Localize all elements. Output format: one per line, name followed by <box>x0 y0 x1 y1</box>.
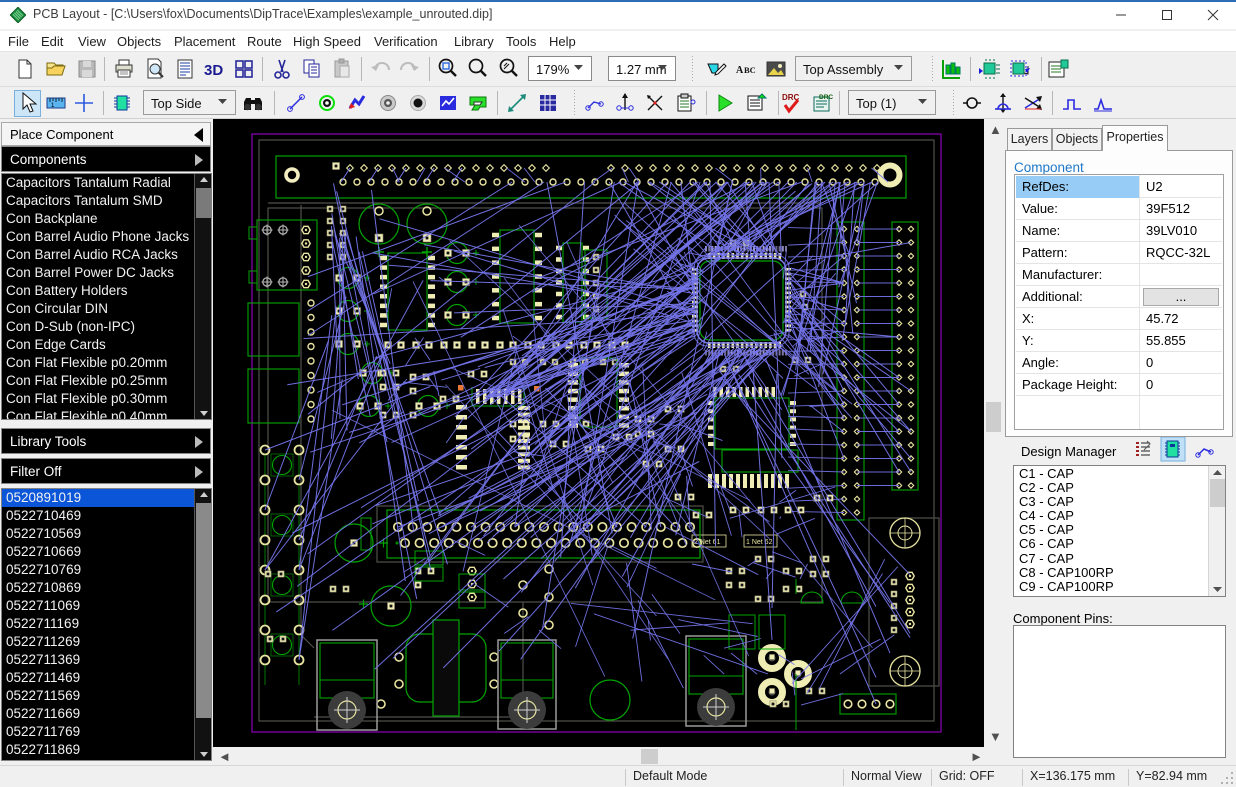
svg-text:A: A <box>736 65 744 76</box>
svg-text:DRC: DRC <box>819 94 833 101</box>
svg-text:BC: BC <box>744 65 756 75</box>
svg-text:3D: 3D <box>204 62 223 79</box>
svg-text:1 Net 62: 1 Net 62 <box>746 539 773 546</box>
